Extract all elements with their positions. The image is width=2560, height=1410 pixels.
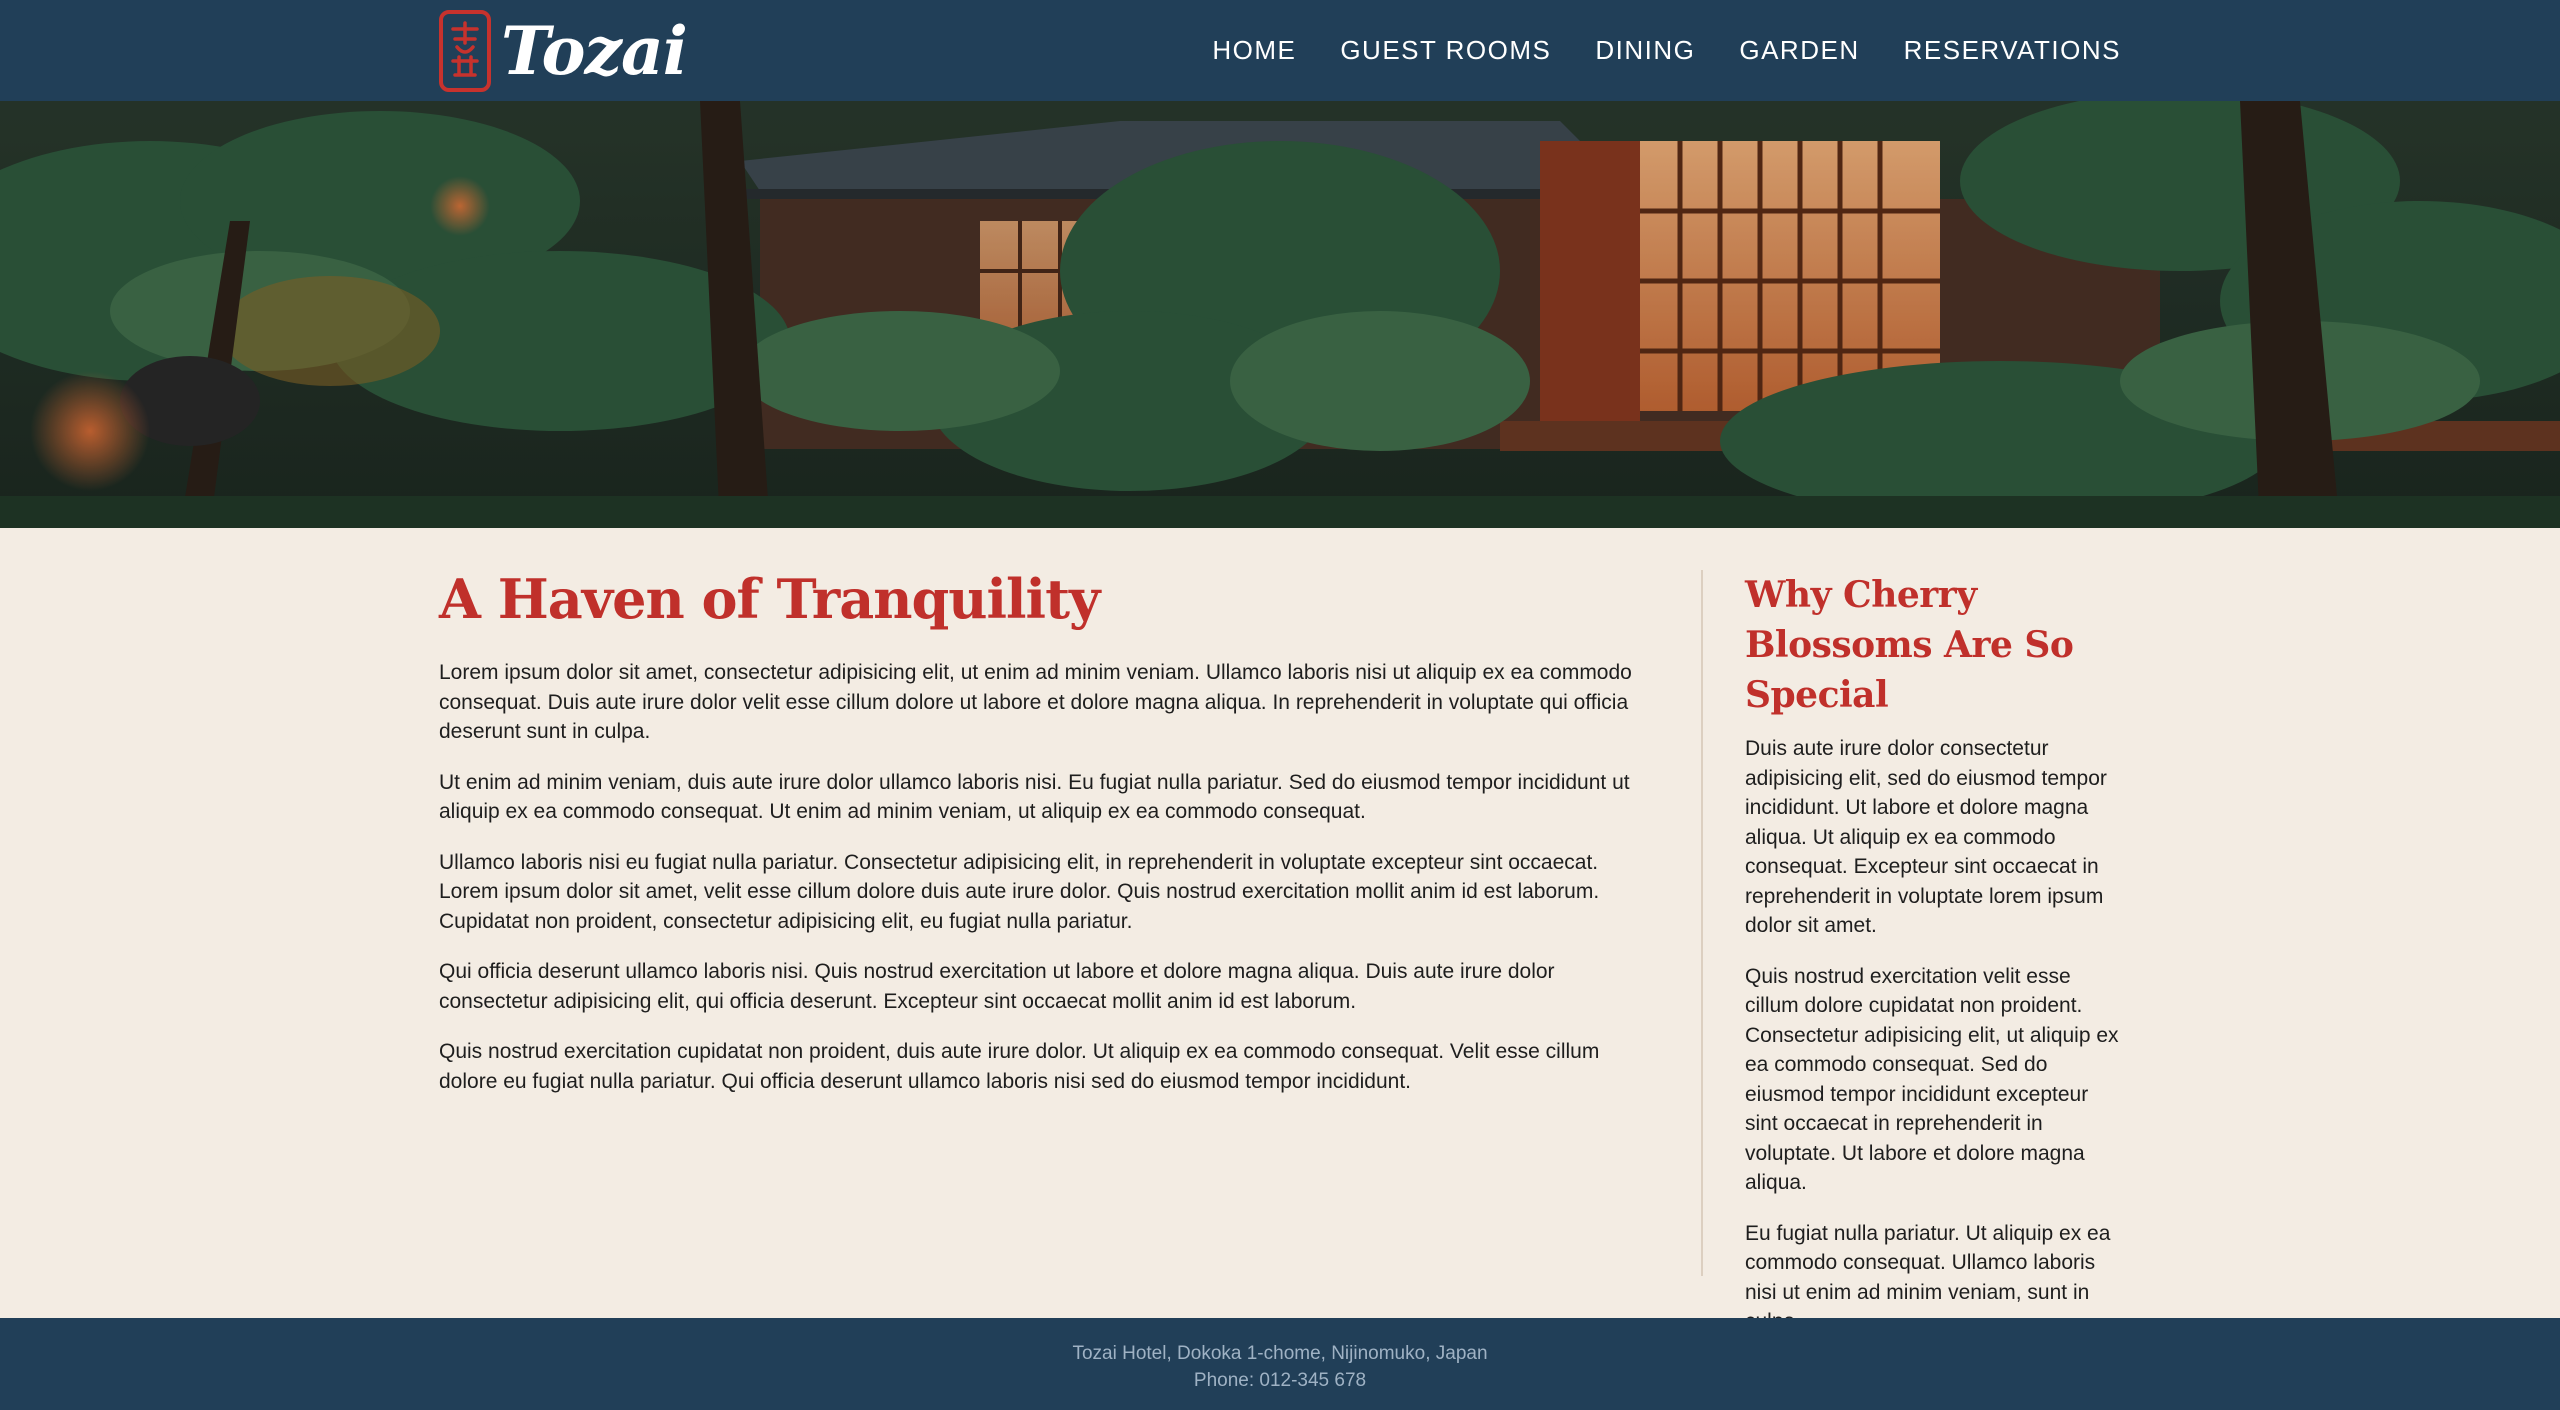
- footer-address: Tozai Hotel, Dokoka 1-chome, Nijinomuko,…: [1072, 1343, 1488, 1364]
- main-paragraph: Qui officia deserunt ullamco laboris nis…: [439, 960, 1555, 1013]
- main-paragraph: Ut enim ad minim veniam, duis aute irure…: [439, 770, 1630, 824]
- main-content: A Haven of Tranquility Lorem ipsum dolor…: [439, 568, 1639, 1117]
- nav-item-garden[interactable]: GARDEN: [1739, 35, 1859, 66]
- nav-item-home[interactable]: HOME: [1212, 35, 1296, 66]
- hanko-seal-icon: [439, 10, 491, 92]
- sidebar-paragraph: Duis aute irure dolor consectetur adipis…: [1745, 737, 2107, 937]
- main-paragraph: Ullamco laboris nisi eu fugiat nulla par…: [439, 850, 1600, 933]
- site-footer: Tozai Hotel, Dokoka 1-chome, Nijinomuko,…: [0, 1318, 2560, 1410]
- sidebar-paragraph: Quis nostrud exercitation velit esse cil…: [1745, 964, 2119, 1195]
- hero-image: [0, 101, 2560, 528]
- brand-name: Tozai: [501, 12, 688, 90]
- sidebar: Why Cherry Blossoms Are So Special Duis …: [1745, 570, 2125, 1358]
- nav-item-guest-rooms[interactable]: GUEST ROOMS: [1340, 35, 1551, 66]
- page-title: A Haven of Tranquility: [439, 567, 1100, 631]
- site-header: Tozai HOME GUEST ROOMS DINING GARDEN RES…: [0, 0, 2560, 101]
- main-nav: HOME GUEST ROOMS DINING GARDEN RESERVATI…: [1212, 0, 2121, 101]
- nav-item-reservations[interactable]: RESERVATIONS: [1904, 35, 2121, 66]
- sidebar-title: Why Cherry Blossoms Are So Special: [1745, 574, 2074, 716]
- main-paragraph: Quis nostrud exercitation cupidatat non …: [439, 1040, 1600, 1093]
- logo-link[interactable]: Tozai: [439, 10, 688, 92]
- main-paragraph: Lorem ipsum dolor sit amet, consectetur …: [439, 661, 1632, 744]
- column-divider: [1701, 570, 1703, 1276]
- footer-phone: Phone: 012-345 678: [1193, 1370, 1367, 1391]
- nav-item-dining[interactable]: DINING: [1595, 35, 1695, 66]
